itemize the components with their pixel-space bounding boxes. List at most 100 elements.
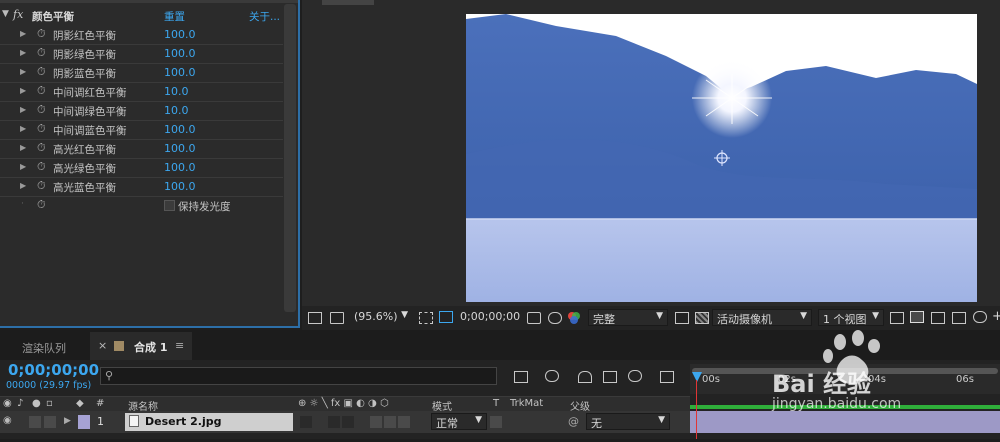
tab-render-queue[interactable]: 渲染队列 — [22, 340, 66, 356]
param-value[interactable]: 100.0 — [164, 180, 196, 193]
param-row[interactable]: ▶ ⏱ 阴影红色平衡 100.0 — [0, 25, 283, 45]
switches-icon[interactable]: ⊕ ☼ ╲ fx ▣ ◐ ◑ ⬡ — [298, 398, 389, 409]
expand-triangle-icon[interactable]: ▶ — [20, 86, 26, 95]
param-value[interactable]: 10.0 — [164, 104, 189, 117]
viewer-tab-edge[interactable] — [322, 0, 374, 5]
region-of-interest-icon[interactable] — [419, 312, 433, 324]
frame-blending-icon[interactable] — [603, 371, 617, 383]
param-value[interactable]: 100.0 — [164, 142, 196, 155]
param-row[interactable]: ▶ ⏱ 中间调蓝色平衡 100.0 — [0, 120, 283, 140]
expand-triangle-icon[interactable]: ▶ — [20, 48, 26, 57]
layer-search-input[interactable]: ⚲ — [100, 367, 497, 385]
eye-icon[interactable]: ◉ — [3, 398, 12, 409]
stopwatch-icon[interactable]: ⏱ — [37, 103, 46, 117]
views-dropdown[interactable]: 1 个视图 ▼ — [818, 309, 884, 326]
flowchart-icon[interactable] — [910, 311, 924, 323]
stopwatch-icon[interactable]: ⏱ — [37, 141, 46, 155]
quality-switch[interactable] — [328, 416, 340, 428]
resolution-dropdown[interactable]: 完整 ▼ — [588, 309, 668, 326]
param-row[interactable]: ▶ ⏱ 阴影蓝色平衡 100.0 — [0, 63, 283, 83]
param-row[interactable]: ▶ ⏱ 中间调绿色平衡 10.0 — [0, 101, 283, 121]
playhead-icon[interactable] — [692, 372, 702, 382]
audio-icon[interactable]: ♪ — [17, 398, 23, 409]
layer-label-swatch[interactable] — [78, 415, 90, 429]
frame-blend-switch[interactable] — [370, 416, 382, 428]
zoom-dropdown[interactable]: (95.6%) ▼ — [350, 309, 412, 326]
viewer-timecode[interactable]: 0;00;00;00 — [460, 310, 520, 323]
collapse-triangle-icon[interactable]: ▼ — [2, 9, 9, 19]
stopwatch-icon[interactable]: ⏱ — [37, 179, 46, 193]
motion-blur-switch[interactable] — [384, 416, 396, 428]
panel-menu-icon[interactable]: ≡ — [175, 339, 184, 352]
expand-triangle-icon[interactable]: ▶ — [20, 143, 26, 152]
lock-icon[interactable]: ▫ — [46, 398, 53, 409]
layer-audio-toggle[interactable] — [29, 416, 41, 428]
expand-triangle-icon[interactable]: ▶ — [20, 162, 26, 171]
monitor-icon[interactable] — [330, 312, 344, 324]
fx-icon[interactable]: fx — [13, 8, 23, 21]
stopwatch-icon[interactable]: ⏱ — [37, 46, 46, 60]
stopwatch-icon[interactable]: ⏱ — [37, 84, 46, 98]
param-row[interactable]: ▶ ⏱ 高光绿色平衡 100.0 — [0, 158, 283, 178]
checkerboard-icon[interactable] — [695, 312, 709, 324]
param-row[interactable]: ▶ ⏱ 高光蓝色平衡 100.0 — [0, 177, 283, 197]
layer-solo-toggle[interactable] — [44, 416, 56, 428]
current-time-indicator[interactable] — [696, 380, 697, 439]
param-row[interactable]: ▶ ⏱ 高光红色平衡 100.0 — [0, 139, 283, 159]
expand-triangle-icon[interactable]: ▶ — [20, 67, 26, 76]
plus-icon[interactable]: + — [992, 309, 1000, 324]
solo-icon[interactable]: ● — [32, 398, 41, 409]
expand-triangle-icon[interactable]: ▶ — [20, 105, 26, 114]
reset-link[interactable]: 重置 — [164, 9, 185, 24]
effect-switch[interactable] — [342, 416, 354, 428]
toggle-pixel-aspect-icon[interactable] — [890, 312, 904, 324]
draft-3d-icon[interactable] — [545, 370, 559, 382]
exposure-icon[interactable] — [973, 311, 987, 323]
layer-eye-icon[interactable]: ◉ — [3, 415, 12, 426]
parent-dropdown[interactable]: 无 ▼ — [586, 413, 670, 430]
layer-name-field[interactable]: Desert 2.jpg — [125, 413, 293, 431]
param-row[interactable]: ▶ ⏱ 中间调红色平衡 10.0 — [0, 82, 283, 102]
camera-dropdown[interactable]: 活动摄像机 ▼ — [712, 309, 812, 326]
transparency-grid-icon[interactable] — [439, 311, 453, 323]
camera-snapshot-icon[interactable] — [527, 312, 541, 324]
timeline-timecode[interactable]: 0;00;00;00 — [8, 361, 99, 379]
graph-editor-icon[interactable] — [660, 371, 674, 383]
expand-triangle-icon[interactable]: ▶ — [20, 29, 26, 38]
param-value[interactable]: 100.0 — [164, 123, 196, 136]
always-preview-icon[interactable] — [308, 312, 322, 324]
vertical-scrollbar[interactable] — [284, 4, 296, 312]
show-snapshot-icon[interactable] — [548, 312, 562, 324]
param-value[interactable]: 100.0 — [164, 66, 196, 79]
3d-view-icon[interactable] — [931, 312, 945, 324]
shy-switch[interactable] — [300, 416, 312, 428]
param-row[interactable]: ▶ ⏱ 阴影绿色平衡 100.0 — [0, 44, 283, 64]
layer-row[interactable]: ◉ ▶ 1 Desert 2.jpg 正常 ▼ @ 无 ▼ — [0, 411, 690, 433]
stopwatch-icon[interactable]: ⏱ — [37, 27, 46, 41]
tab-composition[interactable]: × 合成 1 ≡ — [90, 332, 192, 360]
expand-triangle-icon[interactable]: ▶ — [64, 416, 71, 426]
comp-mini-flowchart-icon[interactable] — [514, 371, 528, 383]
param-value[interactable]: 100.0 — [164, 161, 196, 174]
stopwatch-icon[interactable]: ⏱ — [37, 122, 46, 136]
shy-layers-icon[interactable] — [578, 371, 592, 383]
expand-triangle-icon[interactable]: ▶ — [20, 124, 26, 133]
fast-previews-icon[interactable] — [675, 312, 689, 324]
expand-triangle-icon[interactable]: ▶ — [20, 181, 26, 190]
stopwatch-icon[interactable]: ⏱ — [37, 198, 46, 212]
param-value[interactable]: 10.0 — [164, 85, 189, 98]
preserve-transparency-toggle[interactable] — [490, 416, 502, 428]
adjustment-switch[interactable] — [398, 416, 410, 428]
network-icon[interactable] — [952, 312, 966, 324]
effect-header-row[interactable]: ▼ fx 颜色平衡 重置 关于... — [0, 8, 283, 25]
preserve-luminosity-checkbox[interactable] — [164, 200, 175, 211]
about-link[interactable]: 关于... — [249, 9, 280, 24]
param-value[interactable]: 100.0 — [164, 47, 196, 60]
stopwatch-icon[interactable]: ⏱ — [37, 160, 46, 174]
label-icon[interactable]: ◆ — [76, 398, 84, 409]
stopwatch-icon[interactable]: ⏱ — [37, 65, 46, 79]
param-value[interactable]: 100.0 — [164, 28, 196, 41]
close-tab-icon[interactable]: × — [98, 339, 107, 352]
color-channels-icon[interactable] — [567, 311, 581, 325]
motion-blur-icon[interactable] — [628, 370, 642, 382]
